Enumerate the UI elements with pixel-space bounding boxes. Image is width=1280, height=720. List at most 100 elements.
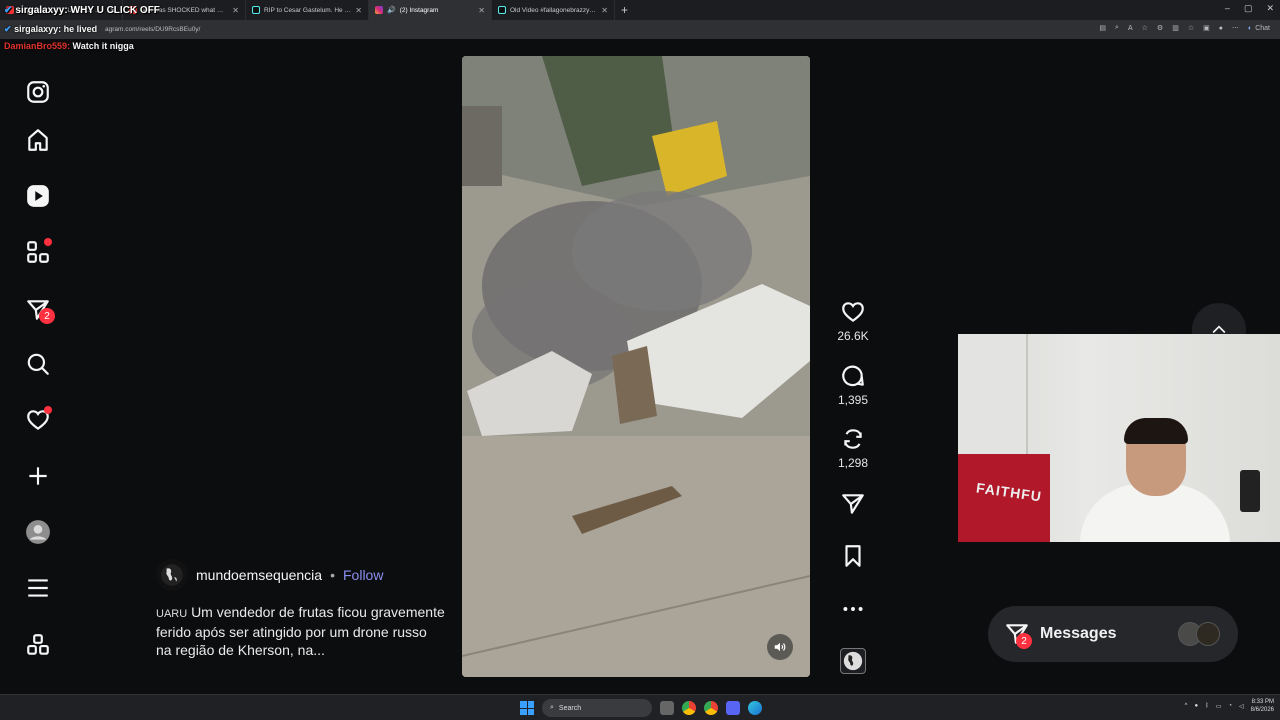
chrome-icon[interactable] bbox=[704, 701, 718, 715]
location-icon[interactable]: ● bbox=[1194, 703, 1198, 709]
verified-icon: ✔ bbox=[4, 24, 12, 34]
like-count[interactable]: 26.6K bbox=[837, 329, 868, 343]
read-mode-icon[interactable]: ▤ bbox=[1099, 24, 1106, 32]
url-text[interactable]: agram.com/reels/DU9RcsBEu0y/ bbox=[105, 26, 200, 33]
sidebar-item-reels[interactable] bbox=[22, 180, 54, 212]
start-button[interactable] bbox=[520, 701, 534, 715]
zoom-icon[interactable]: ⌕ bbox=[1115, 24, 1119, 32]
tiktok-favicon-icon bbox=[252, 6, 260, 14]
close-window-icon[interactable]: ✕ bbox=[1266, 3, 1274, 14]
discord-icon[interactable] bbox=[726, 701, 740, 715]
copilot-icon: ◐ bbox=[1247, 24, 1253, 32]
sidebar-item-explore[interactable] bbox=[22, 236, 54, 268]
share-action bbox=[834, 491, 872, 517]
comment-action: 1,395 bbox=[834, 363, 872, 407]
windows-taskbar: ⌕ Search ^ ● ᛒ ▭ ◔ ◁ 8:33 PM 8/6/2026 bbox=[0, 694, 1280, 720]
edge-icon[interactable] bbox=[748, 701, 762, 715]
bookmark-icon[interactable] bbox=[840, 543, 866, 569]
caption-prefix: UARU bbox=[156, 608, 188, 620]
caption-text: Um vendedor de frutas ficou gravemente f… bbox=[156, 604, 445, 658]
audio-thumbnail[interactable] bbox=[840, 648, 866, 674]
split-screen-icon[interactable]: ▥ bbox=[1172, 24, 1179, 32]
taskbar-search[interactable]: ⌕ Search bbox=[542, 699, 652, 717]
reel-caption[interactable]: UARU Um vendedor de frutas ficou graveme… bbox=[156, 603, 446, 659]
maximize-icon[interactable]: ▢ bbox=[1244, 3, 1253, 14]
comment-count[interactable]: 1,395 bbox=[838, 393, 868, 407]
volume-icon bbox=[774, 642, 786, 652]
read-aloud-icon[interactable]: A bbox=[1128, 25, 1133, 32]
home-icon bbox=[28, 129, 48, 151]
volume-icon[interactable]: ◁ bbox=[1239, 703, 1244, 710]
messages-count-badge: 2 bbox=[1016, 633, 1032, 649]
webcam-phone bbox=[1240, 470, 1260, 512]
favorite-star-icon[interactable]: ☆ bbox=[1142, 24, 1148, 32]
mute-toggle-button[interactable] bbox=[767, 634, 793, 660]
close-tab-icon[interactable]: ✕ bbox=[355, 6, 362, 15]
messages-icon-wrap: 2 bbox=[1004, 621, 1032, 649]
sidebar-item-instagram[interactable] bbox=[22, 76, 54, 108]
follow-button[interactable]: Follow bbox=[343, 567, 383, 583]
new-tab-button[interactable]: + bbox=[621, 3, 628, 17]
heart-icon[interactable] bbox=[840, 299, 866, 325]
share-icon[interactable] bbox=[840, 491, 866, 517]
sidebar-item-profile[interactable] bbox=[22, 516, 54, 548]
more-apps-icon bbox=[27, 634, 49, 655]
author-username[interactable]: mundoemsequencia bbox=[196, 567, 322, 583]
sidebar-item-more-apps[interactable] bbox=[22, 629, 54, 661]
sidebar-item-search[interactable] bbox=[22, 348, 54, 380]
collections-icon[interactable]: ▣ bbox=[1203, 24, 1210, 32]
network-icon[interactable]: ◔ bbox=[1228, 703, 1232, 709]
sidebar-item-menu[interactable] bbox=[22, 572, 54, 604]
repost-icon[interactable] bbox=[840, 426, 866, 452]
repost-action: 1,298 bbox=[834, 426, 872, 470]
webcam-person-hair bbox=[1124, 418, 1188, 444]
chrome-icon[interactable] bbox=[682, 701, 696, 715]
chevron-up-icon[interactable]: ^ bbox=[1185, 703, 1188, 709]
webcam-background-door bbox=[958, 334, 1028, 464]
tiktok-favicon-icon bbox=[498, 6, 506, 14]
sidebar-item-notifications[interactable] bbox=[22, 404, 54, 436]
notification-dot bbox=[44, 406, 52, 414]
copilot-chat-button[interactable]: ◐ Chat bbox=[1248, 25, 1270, 32]
browser-tab-active[interactable]: 🔊 (2) Instagram ✕ bbox=[369, 0, 492, 20]
reel-video-frame bbox=[462, 56, 810, 677]
taskbar-center: ⌕ Search bbox=[520, 699, 762, 717]
display-icon[interactable]: ▭ bbox=[1216, 703, 1222, 710]
stream-sub-overlay: ✔ sirgalaxyy: he lived bbox=[4, 24, 98, 34]
reel-caption-area: mundoemsequencia • Follow UARU Um vended… bbox=[156, 559, 446, 659]
browser-tab[interactable]: Old Video #fallagonebrazzy #alan ✕ bbox=[492, 0, 615, 20]
screen: sirgalaxyy: WHY U CLICK OFF ✕ Ash was SH… bbox=[0, 0, 1280, 720]
system-tray: ^ ● ᛒ ▭ ◔ ◁ 8:33 PM 8/6/2026 bbox=[1185, 698, 1274, 714]
sidebar-item-create[interactable] bbox=[22, 460, 54, 492]
search-icon: ⌕ bbox=[550, 704, 554, 711]
clock[interactable]: 8:33 PM 8/6/2026 bbox=[1251, 698, 1274, 714]
notification-dot bbox=[44, 238, 52, 246]
minimize-icon[interactable]: – bbox=[1225, 3, 1230, 14]
sidebar: 2 bbox=[0, 39, 76, 694]
search-icon bbox=[27, 353, 49, 375]
repost-count[interactable]: 1,298 bbox=[838, 456, 868, 470]
profile-icon bbox=[26, 520, 50, 544]
speaker-icon[interactable]: 🔊 bbox=[387, 6, 396, 14]
save-action bbox=[834, 543, 872, 569]
browser-toolbar: ▤ ⌕ A ☆ ⚙ ▥ ☆ ▣ ● ⋯ ◐ Chat bbox=[1099, 24, 1270, 32]
reel-video[interactable] bbox=[462, 56, 810, 677]
extensions-icon[interactable]: ⚙ bbox=[1157, 24, 1163, 32]
bluetooth-icon[interactable]: ᛒ bbox=[1205, 703, 1209, 709]
browser-tab[interactable]: RIP to Cesar Gastelum. He live stre ✕ bbox=[246, 0, 369, 20]
messages-panel-button[interactable]: 2 Messages bbox=[988, 606, 1238, 662]
author-avatar[interactable] bbox=[156, 559, 188, 591]
more-options-icon[interactable] bbox=[840, 596, 866, 622]
address-bar[interactable]: agram.com/reels/DU9RcsBEu0y/ ▤ ⌕ A ☆ ⚙ ▥… bbox=[0, 20, 1280, 39]
task-view-icon[interactable] bbox=[660, 701, 674, 715]
more-options-icon[interactable]: ⋯ bbox=[1232, 24, 1239, 32]
sidebar-item-messages[interactable]: 2 bbox=[22, 294, 55, 326]
profile-browser-icon[interactable]: ● bbox=[1219, 25, 1223, 32]
close-tab-icon[interactable]: ✕ bbox=[478, 6, 485, 15]
close-tab-icon[interactable]: ✕ bbox=[232, 6, 239, 15]
menu-icon bbox=[28, 579, 48, 597]
close-tab-icon[interactable]: ✕ bbox=[601, 6, 608, 15]
comment-icon[interactable] bbox=[840, 363, 866, 389]
favorites-icon[interactable]: ☆ bbox=[1188, 24, 1194, 32]
sidebar-item-home[interactable] bbox=[22, 124, 54, 156]
